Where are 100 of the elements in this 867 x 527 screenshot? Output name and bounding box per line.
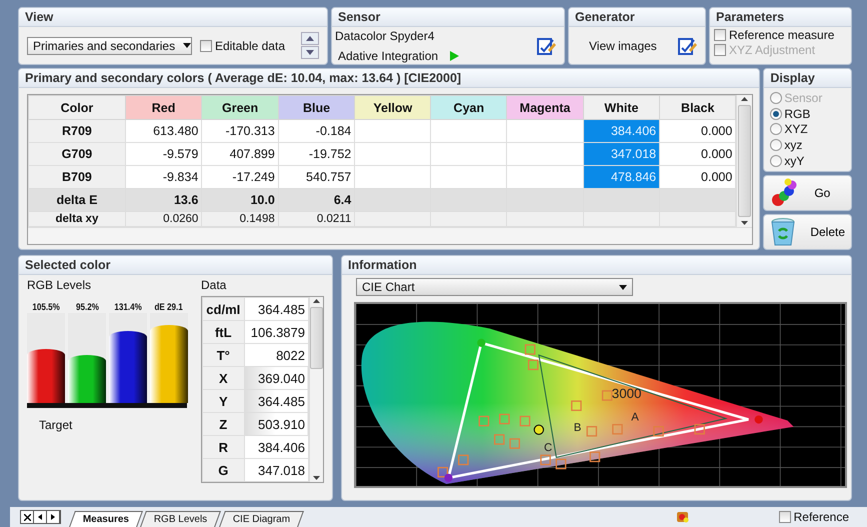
- view-images-button[interactable]: View images: [589, 38, 657, 52]
- scroll-down-icon[interactable]: [741, 221, 748, 225]
- caret-icon: [183, 43, 192, 48]
- caret-icon: [619, 284, 627, 290]
- checkbox[interactable]: [778, 511, 791, 523]
- table-cell[interactable]: [506, 120, 584, 142]
- section-label: Data: [201, 278, 228, 292]
- column-header[interactable]: White: [583, 96, 660, 120]
- panel-title: Sensor: [332, 8, 564, 27]
- edit-icon[interactable]: [677, 36, 697, 56]
- table-cell[interactable]: 613.480: [125, 120, 202, 142]
- panel-title: Primary and secondary colors ( Average dE: 10.04, max: 13.64 ) [CIE2000]: [19, 69, 760, 88]
- table-cell: 364.485: [244, 298, 308, 320]
- table-cell[interactable]: -0.184: [278, 120, 355, 142]
- scrollbar[interactable]: [309, 297, 323, 482]
- column-header[interactable]: Magenta: [506, 96, 584, 120]
- scroll-down-icon[interactable]: [313, 476, 320, 480]
- column-header[interactable]: Red: [125, 96, 202, 120]
- row-header: G: [202, 458, 244, 482]
- delete-button[interactable]: Delete: [763, 214, 852, 250]
- panel-title: Selected color: [19, 256, 332, 275]
- checkbox-label: Editable data: [214, 38, 285, 52]
- panel-title: Information: [342, 256, 851, 275]
- scrollbar[interactable]: [736, 95, 752, 227]
- table-cell[interactable]: 6.4: [278, 188, 355, 212]
- tab[interactable]: Measures: [69, 511, 144, 527]
- row-header: Y: [202, 390, 244, 412]
- table-cell[interactable]: 0.0260: [125, 212, 202, 226]
- row-header: delta E: [28, 188, 126, 212]
- column-header[interactable]: Black: [660, 96, 736, 120]
- radio-label: xyz: [784, 138, 802, 152]
- spin-buttons[interactable]: [301, 32, 319, 59]
- radio-button[interactable]: [770, 108, 782, 120]
- row-header: X: [202, 366, 244, 390]
- table-cell[interactable]: 407.899: [202, 142, 278, 166]
- row-header: R: [202, 436, 244, 458]
- view-dropdown[interactable]: Primaries and secondaries: [27, 36, 192, 54]
- radio-button[interactable]: [770, 123, 782, 136]
- previous-icon[interactable]: [34, 511, 47, 523]
- table-cell[interactable]: 0.0211: [278, 212, 355, 226]
- row-header: ftL: [202, 320, 244, 344]
- radio-label: xyY: [784, 154, 804, 168]
- table-cell: 364.485: [244, 390, 308, 412]
- table-cell[interactable]: 0.1498: [202, 212, 278, 226]
- table-cell[interactable]: 13.6: [125, 188, 202, 212]
- scroll-up-icon[interactable]: [313, 299, 320, 303]
- radio-button[interactable]: [770, 155, 782, 168]
- chart-label: 3000: [612, 386, 642, 402]
- checkbox[interactable]: [714, 29, 726, 41]
- chart-label: A: [631, 412, 639, 424]
- bar-value: dE 29.1: [154, 302, 184, 313]
- table-cell: 503.910: [244, 412, 308, 436]
- table-cell[interactable]: [430, 120, 507, 142]
- radio-label: Sensor: [784, 90, 822, 105]
- table-cell[interactable]: -170.313: [202, 120, 278, 142]
- checkbox-label: Reference: [794, 510, 849, 524]
- radio-button[interactable]: [770, 139, 782, 152]
- panel-title: Generator: [569, 8, 705, 27]
- table-cell[interactable]: -9.579: [125, 142, 202, 166]
- table-cell[interactable]: -19.752: [278, 142, 355, 166]
- table-cell[interactable]: [506, 142, 584, 166]
- chart-label: C: [544, 442, 552, 454]
- checkbox-label: Reference measure: [729, 28, 834, 42]
- panel-title: Display: [764, 69, 851, 88]
- scrollbar[interactable]: [28, 227, 752, 244]
- column-header: Color: [28, 96, 126, 120]
- row-header: cd/mI: [202, 298, 244, 320]
- tab[interactable]: CIE Diagram: [218, 511, 304, 527]
- table-cell[interactable]: [660, 188, 736, 212]
- column-header[interactable]: Green: [202, 96, 278, 120]
- sensor-name: Datacolor Spyder4: [335, 28, 436, 42]
- column-header[interactable]: Yellow: [354, 96, 431, 120]
- checkbox-label: XYZ Adjustment: [729, 43, 816, 57]
- close-icon[interactable]: [21, 511, 34, 523]
- next-icon[interactable]: [47, 511, 60, 523]
- play-icon[interactable]: [450, 50, 460, 60]
- row-header: R709: [28, 120, 126, 142]
- row-header: T°: [202, 344, 244, 366]
- section-label: RGB Levels: [27, 278, 92, 292]
- table-cell[interactable]: [354, 142, 431, 166]
- panel-title: Parameters: [710, 8, 851, 27]
- bar-value: 105.5%: [32, 302, 60, 313]
- checkbox[interactable]: [200, 40, 212, 52]
- chart-label: B: [574, 422, 582, 434]
- edit-icon[interactable]: [536, 36, 556, 56]
- column-header[interactable]: Cyan: [430, 96, 507, 120]
- chart-dropdown[interactable]: CIE Chart: [356, 278, 633, 296]
- table-cell[interactable]: [430, 142, 507, 166]
- row-header: delta xy: [28, 212, 126, 226]
- row-header: Z: [202, 412, 244, 436]
- recycle-bin-icon: [770, 217, 796, 247]
- table-cell: 369.040: [244, 366, 308, 390]
- bar-value: 131.4%: [114, 302, 142, 313]
- table-cell[interactable]: 10.0: [202, 188, 278, 212]
- tab[interactable]: RGB Levels: [140, 511, 222, 527]
- sensor-mode: Adative Integration: [338, 48, 438, 62]
- table-cell[interactable]: [354, 120, 431, 142]
- column-header[interactable]: Blue: [278, 96, 355, 120]
- scroll-up-icon[interactable]: [741, 97, 748, 101]
- go-button[interactable]: Go: [763, 175, 852, 211]
